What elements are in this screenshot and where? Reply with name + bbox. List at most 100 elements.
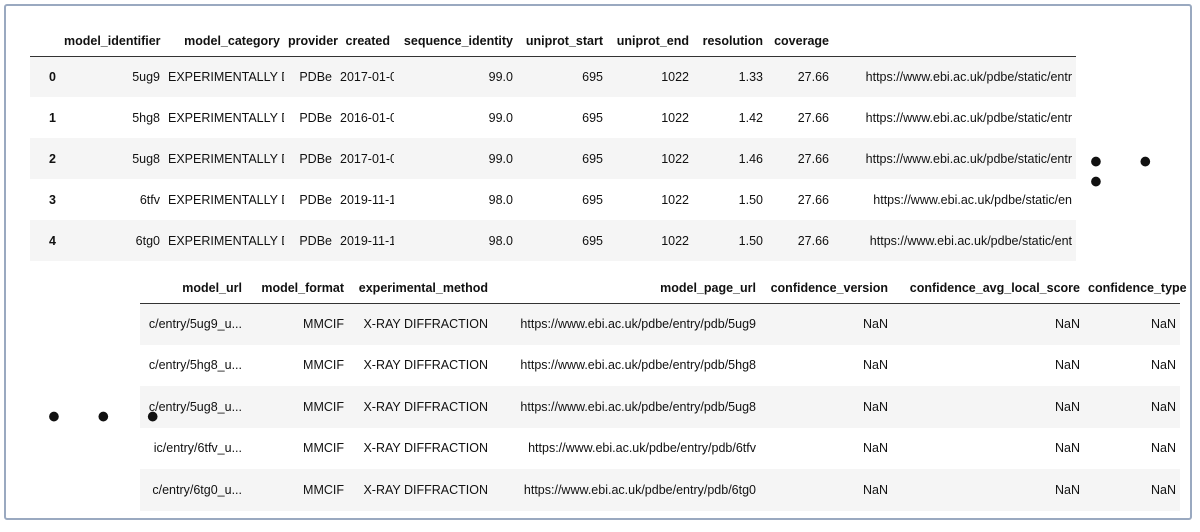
cell-created: 2019-11-14	[340, 192, 394, 207]
table-row: c/entry/6tg0_u... MMCIF X-RAY DIFFRACTIO…	[140, 469, 1180, 511]
cell-confidence-avg-local-score: NaN	[1054, 399, 1080, 414]
header-model-url: model_url	[182, 280, 242, 295]
cell-experimental-method: X-RAY DIFFRACTION	[363, 317, 488, 331]
table-row: 2 5ug8 EXPERIMENTALLY DETERMINED PDBe 20…	[30, 138, 1076, 179]
header-coverage: coverage	[774, 33, 829, 48]
cell-confidence-type: NaN	[1150, 482, 1176, 497]
cell-confidence-type: NaN	[1150, 399, 1176, 414]
header-model-url-clipped	[833, 26, 1076, 56]
table-row: 4 6tg0 EXPERIMENTALLY DETERMINED PDBe 20…	[30, 220, 1076, 261]
cell-coverage: 27.66	[797, 151, 829, 166]
cell-model-category: EXPERIMENTALLY DETERMINED	[168, 233, 284, 248]
header-confidence-version: confidence_version	[770, 280, 888, 295]
cell-model-url: c/entry/5ug9_u...	[148, 317, 242, 331]
row-index: 1	[49, 110, 56, 125]
header-confidence-type: confidence_type	[1088, 280, 1187, 295]
header-row: model_identifier model_category provider…	[30, 26, 1076, 56]
cell-created: 2016-01-08	[340, 110, 394, 125]
cell-experimental-method: X-RAY DIFFRACTION	[363, 358, 488, 373]
cell-sequence-identity: 99.0	[488, 69, 513, 84]
row-index: 3	[49, 192, 56, 207]
cell-confidence-avg-local-score: NaN	[1054, 482, 1080, 497]
cell-uniprot-start: 695	[582, 192, 603, 207]
cell-uniprot-start: 695	[582, 151, 603, 166]
cell-model-category: EXPERIMENTALLY DETERMINED	[168, 192, 284, 207]
cell-confidence-avg-local-score: NaN	[1054, 317, 1080, 331]
cell-provider: PDBe	[299, 192, 332, 207]
row-index: 4	[49, 233, 56, 248]
dataframe-bottom: model_url model_format experimental_meth…	[140, 273, 1187, 511]
header-uniprot-start: uniprot_start	[525, 33, 603, 48]
cell-model-format: MMCIF	[303, 358, 344, 373]
cell-model-format: MMCIF	[303, 399, 344, 414]
table-row: 3 6tfv EXPERIMENTALLY DETERMINED PDBe 20…	[30, 179, 1076, 220]
header-model-identifier: model_identifier	[64, 33, 161, 48]
cell-confidence-type: NaN	[1150, 358, 1176, 373]
cell-uniprot-end: 1022	[661, 69, 689, 84]
cell-model-url: https://www.ebi.ac.uk/pdbe/static/entr	[865, 110, 1072, 125]
row-index: 2	[49, 151, 56, 166]
cell-model-category: EXPERIMENTALLY DETERMINED	[168, 151, 284, 166]
cell-uniprot-start: 695	[582, 69, 603, 84]
header-model-page-url: model_page_url	[660, 280, 756, 295]
cell-created: 2017-01-07	[340, 69, 394, 84]
header-resolution: resolution	[702, 33, 763, 48]
header-model-category: model_category	[184, 33, 280, 48]
cell-uniprot-start: 695	[582, 233, 603, 248]
cell-uniprot-end: 1022	[661, 192, 689, 207]
cell-model-identifier: 5hg8	[132, 110, 160, 125]
cell-created: 2019-11-14	[340, 233, 394, 248]
cell-confidence-type: NaN	[1150, 317, 1176, 331]
cell-model-category: EXPERIMENTALLY DETERMINED	[168, 110, 284, 125]
cell-model-identifier: 5ug9	[132, 69, 160, 84]
cell-uniprot-end: 1022	[661, 151, 689, 166]
cell-coverage: 27.66	[797, 233, 829, 248]
cell-experimental-method: X-RAY DIFFRACTION	[363, 399, 488, 414]
cell-coverage: 27.66	[797, 110, 829, 125]
header-provider: provider	[288, 33, 339, 48]
header-uniprot-end: uniprot_end	[616, 33, 689, 48]
cell-confidence-version: NaN	[862, 358, 888, 373]
cell-model-page-url: https://www.ebi.ac.uk/pdbe/entry/pdb/5ug…	[520, 317, 756, 331]
cell-provider: PDBe	[299, 69, 332, 84]
cell-model-url: https://www.ebi.ac.uk/pdbe/static/ent	[869, 233, 1072, 248]
cell-model-format: MMCIF	[303, 482, 344, 497]
cell-model-page-url: https://www.ebi.ac.uk/pdbe/entry/pdb/5hg…	[520, 358, 756, 373]
index-header	[30, 26, 60, 56]
cell-model-identifier: 6tg0	[135, 233, 160, 248]
row-index: 0	[49, 69, 56, 84]
cell-uniprot-end: 1022	[661, 110, 689, 125]
cell-sequence-identity: 99.0	[488, 110, 513, 125]
cell-sequence-identity: 98.0	[488, 233, 513, 248]
header-experimental-method: experimental_method	[358, 280, 488, 295]
ellipsis-more-columns-left: • • •	[48, 398, 173, 436]
cell-confidence-version: NaN	[862, 441, 888, 456]
table-row: c/entry/5hg8_u... MMCIF X-RAY DIFFRACTIO…	[140, 344, 1180, 386]
cell-confidence-type: NaN	[1150, 441, 1176, 456]
cell-sequence-identity: 98.0	[488, 192, 513, 207]
ellipsis-more-columns: • • •	[1090, 143, 1166, 201]
cell-model-url: https://www.ebi.ac.uk/pdbe/static/entr	[865, 151, 1072, 166]
cell-experimental-method: X-RAY DIFFRACTION	[363, 482, 488, 497]
cell-resolution: 1.33	[738, 69, 763, 84]
table-row: 1 5hg8 EXPERIMENTALLY DETERMINED PDBe 20…	[30, 97, 1076, 138]
cell-model-url: c/entry/6tg0_u...	[152, 482, 242, 497]
cell-model-category: EXPERIMENTALLY DETERMINED	[168, 69, 284, 84]
cell-resolution: 1.42	[738, 110, 763, 125]
header-model-format: model_format	[261, 280, 344, 295]
cell-created: 2017-01-07	[340, 151, 394, 166]
cell-model-format: MMCIF	[303, 441, 344, 456]
cell-model-page-url: https://www.ebi.ac.uk/pdbe/entry/pdb/6tg…	[523, 482, 756, 497]
cell-model-identifier: 5ug8	[132, 151, 160, 166]
cell-model-format: MMCIF	[303, 317, 344, 331]
cell-model-url: https://www.ebi.ac.uk/pdbe/static/entr	[865, 69, 1072, 84]
cell-provider: PDBe	[299, 151, 332, 166]
cell-confidence-avg-local-score: NaN	[1054, 358, 1080, 373]
cell-model-identifier: 6tfv	[139, 192, 160, 207]
cell-model-page-url: https://www.ebi.ac.uk/pdbe/entry/pdb/6tf…	[528, 441, 756, 456]
cell-model-url: https://www.ebi.ac.uk/pdbe/static/en	[873, 192, 1072, 207]
cell-model-url: c/entry/5hg8_u...	[148, 358, 242, 373]
header-row: model_url model_format experimental_meth…	[140, 273, 1187, 303]
cell-coverage: 27.66	[797, 69, 829, 84]
cell-confidence-version: NaN	[862, 399, 888, 414]
